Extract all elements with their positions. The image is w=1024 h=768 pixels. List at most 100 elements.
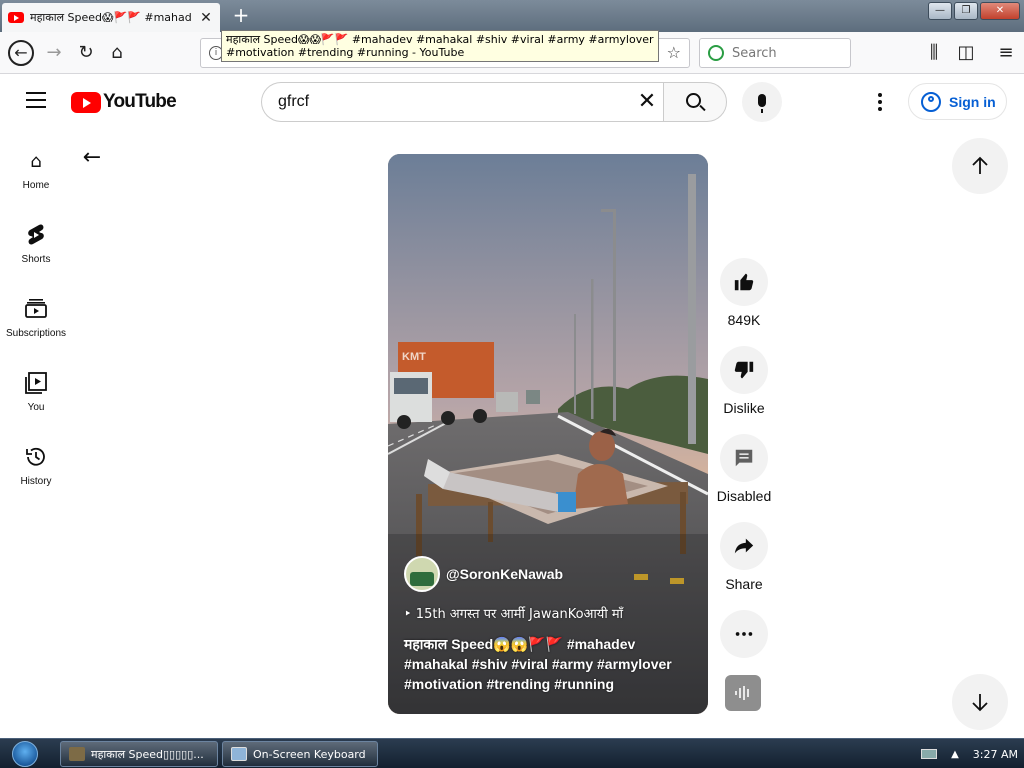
tab-close-icon[interactable]: ✕	[198, 10, 214, 26]
input-indicator-icon[interactable]	[921, 749, 938, 759]
video-caption[interactable]: महाकाल Speed😱😱🚩🚩 #mahadev #mahakal #shiv…	[404, 634, 694, 694]
system-tray: ▲ 3:27 AM	[921, 739, 1018, 768]
comment-icon	[735, 449, 753, 467]
reload-icon[interactable]: ↻	[74, 41, 98, 65]
share-label: Share	[725, 576, 763, 592]
back-arrow-icon[interactable]: ←	[80, 146, 104, 170]
sidebar-item-label: You	[27, 402, 45, 413]
back-icon[interactable]: ←	[8, 40, 34, 66]
next-short-button[interactable]	[952, 674, 1008, 730]
svg-text:KMT: KMT	[402, 351, 426, 363]
arrow-up-icon	[972, 156, 988, 174]
shorts-icon	[24, 224, 48, 248]
channel-avatar[interactable]	[404, 556, 440, 592]
sidebar-item-home[interactable]: ⌂ Home	[0, 130, 72, 204]
sidebar-item-you[interactable]: You	[0, 352, 72, 426]
tab-tooltip: महाकाल Speed😱😱🚩🚩 #mahadev #mahakal #shiv…	[221, 30, 659, 62]
sidebar-item-history[interactable]: History	[0, 426, 72, 500]
hamburger-menu-icon[interactable]: ≡	[994, 41, 1018, 65]
channel-name[interactable]: @SoronKeNawab	[446, 566, 563, 582]
share-button[interactable]	[720, 522, 768, 570]
dislike-button[interactable]	[720, 346, 768, 394]
search-form: ✕	[261, 82, 727, 122]
new-tab-button[interactable]: +	[230, 4, 252, 26]
search-input[interactable]	[261, 82, 663, 122]
comments-button[interactable]	[720, 434, 768, 482]
show-hidden-icons-icon[interactable]: ▲	[951, 749, 959, 760]
dislike-label: Dislike	[723, 400, 765, 416]
youtube-play-logo-icon	[71, 91, 101, 113]
keyboard-icon	[231, 747, 247, 761]
sidebar-item-label: Shorts	[21, 254, 51, 265]
youtube-favicon-icon	[8, 12, 24, 23]
microphone-icon	[758, 94, 766, 113]
subscriptions-icon	[24, 298, 48, 322]
previous-short-button[interactable]	[952, 138, 1008, 194]
sound-track-button[interactable]	[725, 675, 761, 711]
video-frame-image: KMT	[388, 154, 708, 714]
home-browser-icon[interactable]: ⌂	[105, 41, 129, 65]
share-action: Share	[716, 522, 772, 610]
comments-label: Disabled	[716, 488, 772, 504]
like-action: 849K	[716, 258, 772, 346]
sidebar-item-label: Subscriptions	[5, 328, 67, 339]
account-icon	[921, 91, 941, 112]
thumbs-up-icon	[734, 273, 754, 291]
sidebar-item-shorts[interactable]: Shorts	[0, 204, 72, 278]
shorts-video-player[interactable]: KMT @SoronKeNawab ‣ 15th अगस्त पर आर्मी …	[388, 154, 708, 714]
mini-guide-sidebar: ⌂ Home Shorts Subscriptions You History	[0, 130, 72, 500]
clock[interactable]: 3:27 AM	[973, 748, 1018, 761]
you-icon	[24, 372, 48, 396]
forward-icon[interactable]: →	[42, 41, 66, 65]
sign-in-label: Sign in	[949, 93, 996, 110]
minimize-button[interactable]: —	[928, 2, 952, 20]
logo-text: YouTube	[103, 91, 177, 112]
like-count: 849K	[727, 312, 761, 328]
search-icon	[686, 93, 701, 108]
youtube-logo[interactable]: YouTube	[71, 91, 177, 113]
taskbar-item-osk[interactable]: On-Screen Keyboard	[222, 741, 378, 767]
browser-search-placeholder: Search	[732, 45, 777, 61]
search-button[interactable]	[663, 82, 727, 122]
sidebar-item-subscriptions[interactable]: Subscriptions	[0, 278, 72, 352]
search-engine-icon	[708, 45, 724, 61]
share-icon	[734, 538, 754, 554]
arrow-down-icon	[972, 694, 988, 712]
home-icon: ⌂	[30, 151, 42, 172]
library-icon[interactable]: ⫼	[922, 41, 946, 65]
more-horizontal-icon	[735, 632, 753, 636]
maximize-button[interactable]: ❐	[954, 2, 978, 20]
sidebar-toggle-icon[interactable]: ◫	[954, 41, 978, 65]
like-button[interactable]	[720, 258, 768, 306]
taskbar-item-label: महाकाल Speed▯▯▯▯▯...	[91, 747, 204, 761]
history-icon	[24, 446, 48, 470]
taskbar-item-label: On-Screen Keyboard	[253, 747, 366, 761]
browser-tab[interactable]: महाकाल Speed😱🚩🚩 #mahad ✕	[2, 3, 220, 32]
audio-wave-icon	[735, 686, 749, 700]
sidebar-item-label: Home	[22, 180, 50, 191]
windows-taskbar: महाकाल Speed▯▯▯▯▯... On-Screen Keyboard …	[0, 738, 1024, 768]
more-options-button[interactable]	[720, 610, 768, 658]
comments-action: Disabled	[716, 434, 772, 522]
windows-logo-icon	[12, 741, 38, 767]
start-button[interactable]	[6, 740, 44, 768]
thumbs-down-icon	[734, 361, 754, 379]
browser-tab-bar: महाकाल Speed😱🚩🚩 #mahad ✕ + — ❐ ✕	[0, 0, 1024, 32]
browser-window-icon	[69, 747, 85, 761]
browser-search-box[interactable]: Search	[699, 38, 851, 68]
clear-search-icon[interactable]: ✕	[635, 90, 659, 114]
youtube-header: YouTube ✕ Sign in	[0, 74, 1024, 130]
settings-more-icon[interactable]	[870, 90, 890, 114]
tab-title: महाकाल Speed😱🚩🚩 #mahad	[30, 11, 192, 24]
channel-row[interactable]: @SoronKeNawab	[404, 556, 563, 592]
sign-in-button[interactable]: Sign in	[908, 83, 1007, 120]
window-controls: — ❐ ✕	[928, 2, 1020, 20]
bookmark-star-icon[interactable]: ☆	[667, 43, 681, 62]
voice-search-button[interactable]	[742, 82, 782, 122]
sidebar-item-label: History	[20, 476, 52, 487]
guide-menu-icon[interactable]	[26, 92, 46, 108]
shorts-actions: 849K Dislike Disabled Share	[716, 258, 772, 698]
close-window-button[interactable]: ✕	[980, 2, 1020, 20]
taskbar-item-browser[interactable]: महाकाल Speed▯▯▯▯▯...	[60, 741, 218, 767]
video-subtitle[interactable]: ‣ 15th अगस्त पर आर्मी JawanKoआयी माँ	[404, 604, 623, 622]
